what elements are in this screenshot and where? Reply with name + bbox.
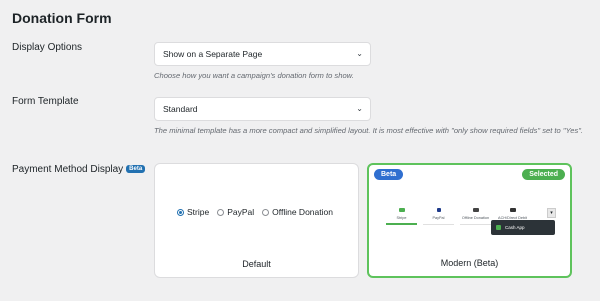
radio-paypal: PayPal — [217, 207, 254, 217]
modern-option-card[interactable]: Beta Selected Stripe PayPal Offline Dona… — [367, 163, 572, 278]
method-tab-offline: Offline Donation — [460, 205, 491, 225]
radio-offline: Offline Donation — [262, 207, 333, 217]
selected-badge: Selected — [522, 169, 565, 180]
radio-checked-icon — [177, 208, 184, 216]
payment-method-display-label-text: Payment Method Display — [12, 164, 124, 175]
paypal-icon — [436, 208, 441, 212]
display-options-value: Show on a Separate Page — [163, 49, 263, 59]
default-option-name: Default — [242, 259, 271, 269]
method-tab-paypal-label: PayPal — [432, 216, 445, 220]
radio-paypal-label: PayPal — [227, 207, 255, 217]
card-icon — [398, 208, 405, 212]
hand-icon — [472, 208, 479, 212]
default-option-card[interactable]: Stripe PayPal Offline Donation Default — [154, 163, 359, 278]
beta-badge: Beta — [126, 165, 146, 174]
radio-unchecked-icon — [262, 208, 270, 216]
popover-item-label: Cash App — [505, 225, 525, 230]
more-methods-icon: ▾ — [547, 208, 556, 218]
radio-stripe: Stripe — [177, 207, 209, 217]
payment-method-display-label: Payment Method Display Beta — [12, 164, 146, 175]
more-methods-popover: Cash App — [491, 220, 555, 235]
page-title: Donation Form — [12, 10, 112, 26]
radio-offline-label: Offline Donation — [272, 207, 333, 217]
modern-option-name: Modern (Beta) — [440, 258, 499, 268]
display-options-description: Choose how you want a campaign's donatio… — [154, 71, 354, 80]
display-options-select[interactable]: Show on a Separate Page ⌄ — [154, 42, 371, 66]
method-tab-stripe: Stripe — [386, 205, 417, 225]
display-options-label: Display Options — [12, 42, 83, 53]
cash-app-icon — [496, 225, 501, 230]
form-template-value: Standard — [163, 104, 198, 114]
form-template-label: Form Template — [12, 96, 79, 107]
radio-preview: Stripe PayPal Offline Donation — [177, 207, 333, 217]
bank-icon — [509, 208, 516, 212]
method-tab-offline-label: Offline Donation — [461, 216, 490, 220]
chevron-down-icon: ⌄ — [356, 104, 363, 113]
modern-beta-badge: Beta — [374, 169, 404, 180]
radio-stripe-label: Stripe — [187, 207, 210, 217]
radio-unchecked-icon — [217, 208, 225, 216]
chevron-down-icon: ⌄ — [356, 49, 363, 58]
form-template-description: The minimal template has a more compact … — [154, 126, 584, 135]
method-tab-stripe-label: Stripe — [396, 216, 407, 220]
form-template-select[interactable]: Standard ⌄ — [154, 97, 371, 121]
method-tab-paypal: PayPal — [423, 205, 454, 225]
